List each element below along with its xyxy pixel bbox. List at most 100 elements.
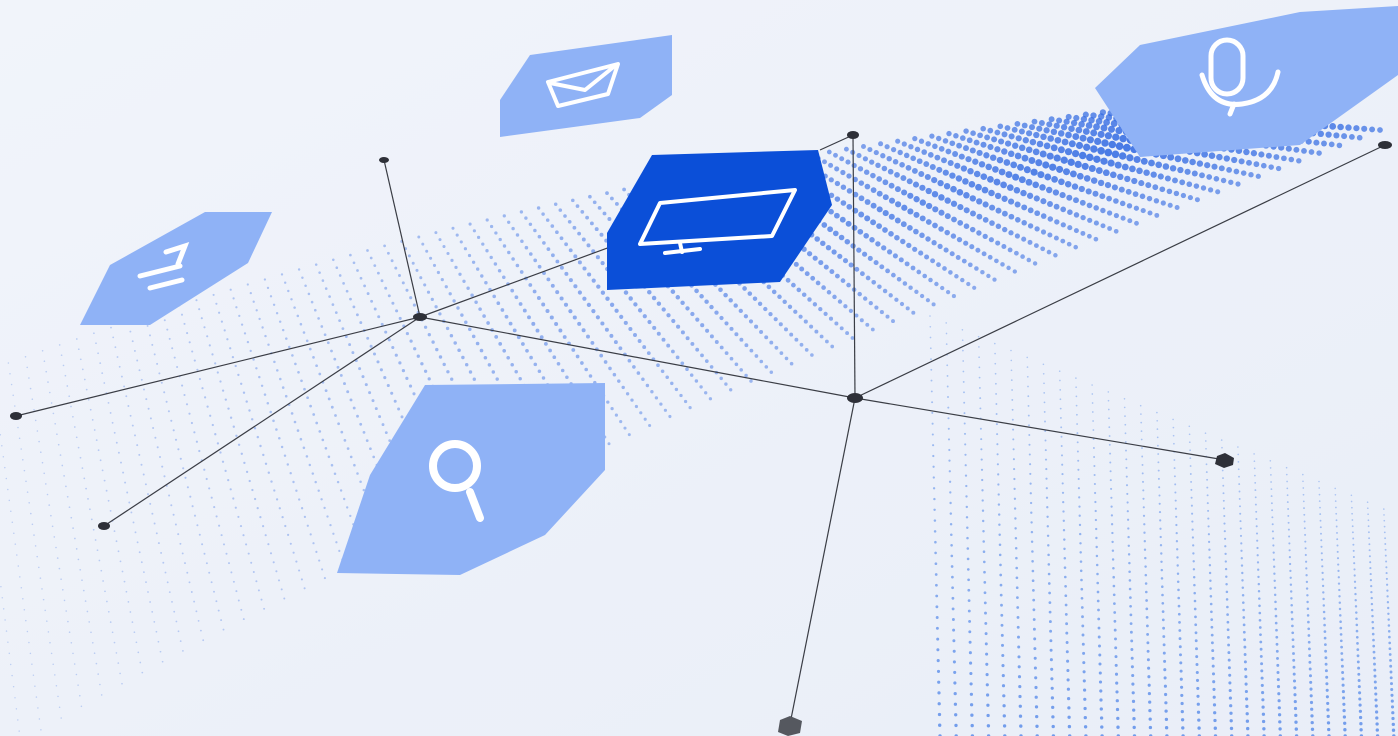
dot <box>1242 601 1245 604</box>
dot <box>217 609 220 612</box>
dot <box>320 498 323 501</box>
dot <box>1050 128 1058 136</box>
dot <box>157 640 160 643</box>
dot <box>451 226 455 230</box>
dot <box>125 395 128 398</box>
dot <box>55 546 57 549</box>
dot <box>292 480 295 484</box>
dot <box>478 307 482 311</box>
dot <box>303 587 306 590</box>
dot <box>1047 553 1050 557</box>
dot <box>497 268 502 273</box>
dot <box>862 251 868 257</box>
dot <box>863 296 868 301</box>
dot <box>1076 423 1079 425</box>
dot <box>127 601 130 603</box>
dot <box>1079 542 1082 545</box>
dot <box>308 347 312 351</box>
dot <box>365 439 369 442</box>
dot <box>1296 158 1302 164</box>
dot <box>1179 653 1182 657</box>
dot <box>321 279 325 282</box>
dot <box>1158 494 1161 497</box>
dot <box>913 211 920 218</box>
dot <box>317 317 320 320</box>
dot <box>695 347 700 352</box>
dot <box>820 240 826 247</box>
dot <box>1179 179 1186 186</box>
dot <box>1286 487 1289 490</box>
dot <box>969 661 973 665</box>
dot <box>1229 719 1233 723</box>
dot <box>1076 450 1079 453</box>
dot <box>984 632 988 636</box>
dot <box>151 611 154 613</box>
dot <box>1100 207 1106 214</box>
dot <box>461 355 465 360</box>
dot <box>498 342 503 346</box>
dot <box>1080 214 1086 221</box>
dot <box>1268 164 1274 170</box>
dot <box>302 446 306 450</box>
dot <box>1370 590 1373 594</box>
dot <box>1112 133 1120 141</box>
dot <box>1172 434 1175 437</box>
dot <box>129 414 132 417</box>
dot <box>358 367 362 371</box>
dot <box>423 369 428 373</box>
dot <box>1012 458 1015 461</box>
dot <box>1040 213 1047 219</box>
dot <box>1035 159 1043 167</box>
dot <box>407 254 411 258</box>
dot <box>400 415 404 419</box>
dot <box>582 296 587 301</box>
dot <box>269 295 273 298</box>
dot <box>1075 141 1084 150</box>
dot <box>1107 408 1110 411</box>
dot <box>1134 220 1139 226</box>
dot <box>925 202 933 210</box>
dot <box>324 389 328 393</box>
dot <box>1002 714 1006 718</box>
dot <box>131 621 134 623</box>
dot <box>330 405 334 409</box>
dot <box>117 550 120 553</box>
dot <box>989 204 996 211</box>
dot <box>774 345 779 350</box>
dot <box>1292 665 1296 669</box>
dot <box>1016 606 1020 609</box>
dot <box>1257 590 1261 593</box>
dot <box>1016 596 1019 599</box>
dot <box>1047 201 1053 207</box>
dot <box>769 340 774 345</box>
dot <box>161 465 164 468</box>
dot <box>875 241 881 247</box>
dot <box>994 192 1002 200</box>
dot <box>815 280 821 286</box>
dot <box>533 362 538 367</box>
dot <box>1085 188 1092 195</box>
dot <box>1118 186 1125 193</box>
dot <box>384 330 388 334</box>
dot <box>671 318 676 324</box>
dot <box>1027 395 1030 398</box>
dot <box>1099 716 1104 720</box>
dot <box>1336 538 1339 541</box>
dot <box>338 549 341 553</box>
dot <box>1061 491 1065 494</box>
dot <box>867 255 873 261</box>
dot <box>1021 236 1027 242</box>
dot <box>1237 453 1240 456</box>
dot <box>293 420 297 424</box>
dot <box>1125 475 1128 478</box>
dot <box>156 362 159 365</box>
dot <box>1173 190 1180 197</box>
dot <box>198 377 201 381</box>
dot <box>38 718 41 720</box>
dot <box>383 376 387 380</box>
dot <box>953 133 959 139</box>
dot <box>818 260 824 266</box>
dot <box>608 366 612 371</box>
dot <box>931 411 934 414</box>
dot <box>1258 626 1262 629</box>
